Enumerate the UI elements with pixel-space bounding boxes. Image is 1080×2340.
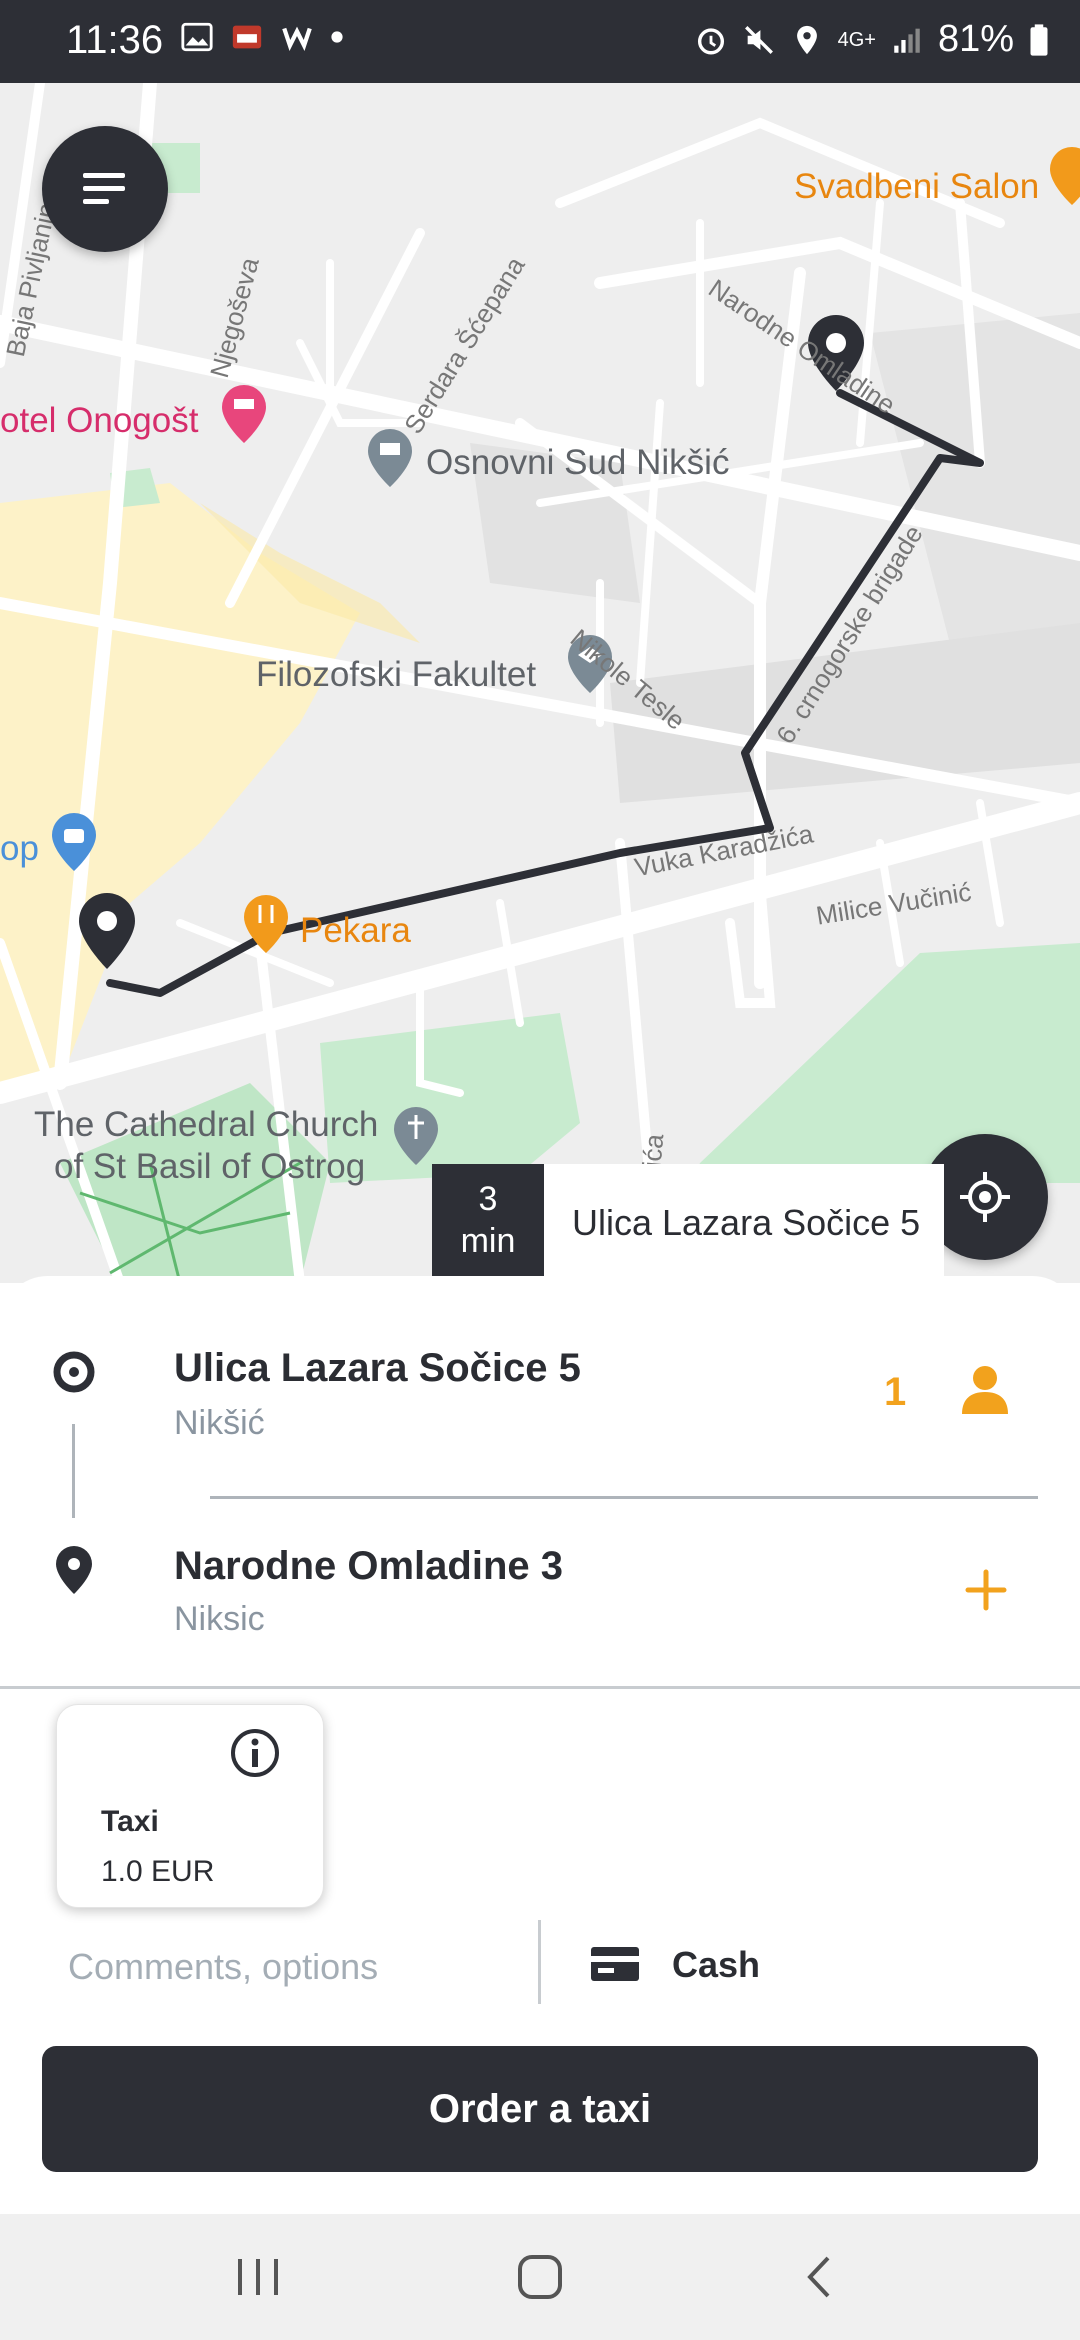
info-icon[interactable]	[229, 1727, 281, 1779]
home-button[interactable]	[500, 2244, 580, 2310]
tariff-price: 1.0 EUR	[101, 1855, 215, 1888]
status-bar: 11:36 4G+ 81%	[0, 0, 1080, 83]
address-divider	[210, 1496, 1038, 1499]
recents-button[interactable]	[218, 2244, 298, 2310]
mute-icon	[744, 25, 773, 54]
map-label-faculty: Filozofski Fakultet	[256, 655, 537, 694]
map-label-pekara: Pekara	[300, 911, 411, 950]
passenger-icon[interactable]	[960, 1364, 1010, 1416]
battery-icon	[1030, 23, 1048, 56]
eta-unit: min	[460, 1222, 516, 1260]
tariff-name: Taxi	[101, 1805, 159, 1838]
options-separator	[538, 1920, 541, 2004]
back-icon	[807, 2256, 830, 2298]
signal-icon	[894, 28, 920, 53]
pickup-callout: Ulica Lazara Sočice 5	[544, 1164, 944, 1282]
home-icon	[518, 2255, 562, 2299]
payment-card-icon[interactable]	[590, 1944, 640, 1984]
map-label-cathedral-1: The Cathedral Church	[34, 1105, 379, 1144]
origin-icon	[53, 1351, 95, 1393]
tariff-card-taxi[interactable]: Taxi 1.0 EUR	[56, 1704, 324, 1908]
map-label-court: Osnovni Sud Nikšić	[426, 443, 730, 482]
add-stop-icon[interactable]	[964, 1568, 1008, 1612]
pickup-subtitle: Nikšić	[174, 1404, 265, 1442]
network-type: 4G+	[837, 28, 876, 51]
map-label-shop: op	[0, 829, 39, 868]
location-icon	[796, 25, 817, 54]
destination-icon	[56, 1546, 92, 1594]
system-nav-bar	[0, 2214, 1080, 2340]
alarm-icon	[697, 27, 724, 54]
comments-options-field[interactable]: Comments, options	[68, 1946, 378, 1988]
status-time: 11:36	[66, 18, 164, 62]
menu-icon	[83, 173, 125, 204]
map-label-svadbeni-salon: Svadbeni Salon	[794, 167, 1040, 206]
map-canvas[interactable]	[0, 83, 1080, 1283]
salon-poi-icon	[1050, 147, 1080, 205]
map-label-cathedral-2: of St Basil of Ostrog	[54, 1147, 366, 1186]
passenger-count[interactable]: 1	[884, 1370, 906, 1415]
eta-value: 3	[478, 1180, 498, 1218]
section-divider	[0, 1686, 1080, 1689]
battery-percent: 81%	[937, 18, 1014, 60]
w-icon	[282, 26, 312, 52]
hotel-poi-icon	[222, 385, 266, 443]
app-icon	[232, 25, 262, 49]
pickup-title: Ulica Lazara Sočice 5	[174, 1346, 581, 1390]
eta-badge: 3 min	[432, 1164, 544, 1282]
destination-title: Narodne Omladine 3	[174, 1544, 563, 1588]
payment-method[interactable]: Cash	[672, 1944, 760, 1986]
crosshair-icon	[960, 1172, 1010, 1222]
court-poi-icon	[368, 429, 412, 487]
back-button[interactable]	[780, 2244, 860, 2310]
recents-icon	[238, 2259, 278, 2295]
order-taxi-button[interactable]: Order a taxi	[42, 2046, 1038, 2172]
map-label-hotel: otel Onogošt	[0, 401, 199, 440]
destination-subtitle: Niksic	[174, 1600, 265, 1638]
dot-icon	[331, 31, 343, 43]
image-icon	[181, 22, 213, 52]
menu-button[interactable]	[42, 126, 168, 252]
map-view[interactable]: Svadbeni Salon otel Onogošt Osnovni Sud …	[0, 83, 1080, 1283]
route-connector	[72, 1424, 75, 1518]
